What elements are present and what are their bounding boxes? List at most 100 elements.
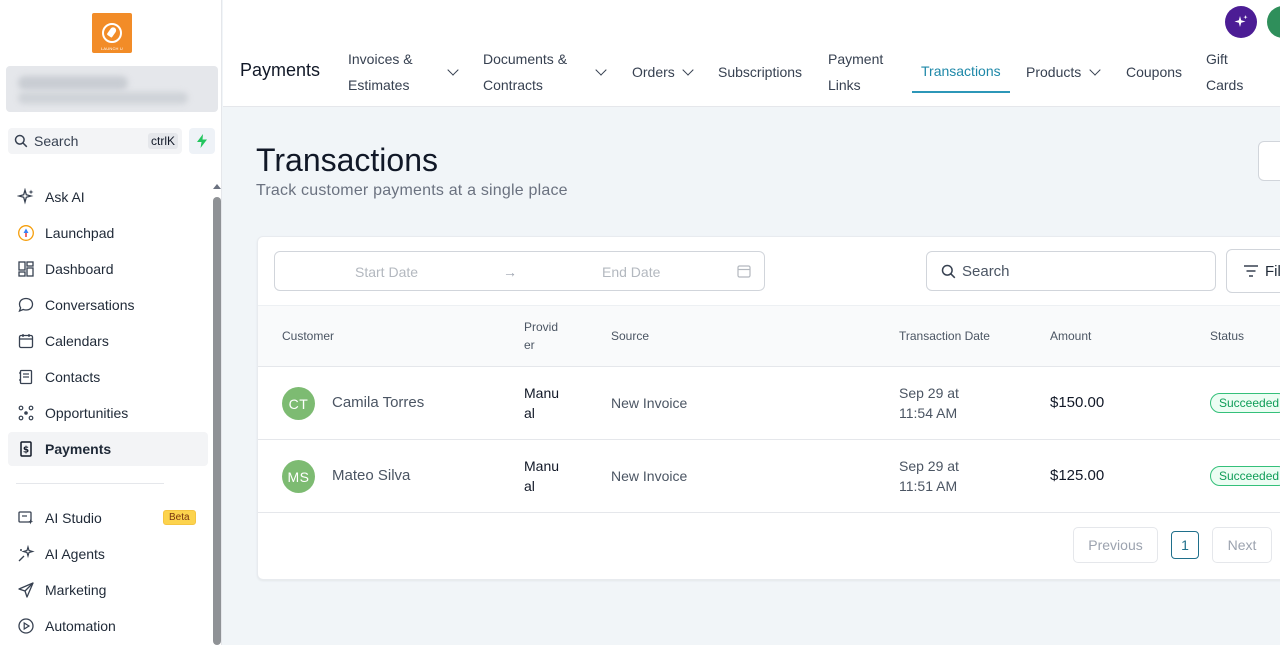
sidebar-scrollbar-thumb[interactable] (213, 197, 221, 645)
transaction-date-line2: 11:54 AM (899, 405, 958, 421)
amount: $125.00 (1050, 467, 1105, 484)
sidebar-item-payments[interactable]: $ Payments (8, 432, 208, 466)
page-title: Transactions (256, 142, 438, 178)
column-header-provider-line1: Provid (524, 320, 559, 334)
sidebar-item-label: Contacts (45, 369, 101, 385)
refresh-button[interactable] (1258, 141, 1280, 181)
ai-agents-icon (17, 545, 35, 563)
sparkle-icon (17, 188, 35, 206)
sidebar-item-opportunities[interactable]: Opportunities (8, 396, 208, 430)
end-date-input[interactable]: End Date (602, 264, 660, 280)
tab-subscriptions[interactable]: Subscriptions (718, 59, 802, 85)
company-logo[interactable]: LAUNCH U (92, 13, 132, 53)
search-shortcut: ctrlK (148, 133, 178, 149)
account-switcher[interactable] (6, 66, 218, 112)
customer-name[interactable]: Mateo Silva (332, 466, 410, 486)
transaction-date-line2: 11:51 AM (899, 478, 958, 494)
transaction-date: Sep 29 at 11:51 AM (899, 456, 959, 496)
start-date-input[interactable]: Start Date (355, 264, 418, 280)
status-badge: Succeeded (1210, 466, 1280, 486)
column-header-provider-line2: er (524, 338, 535, 352)
source: New Invoice (611, 395, 688, 411)
calendar-icon[interactable] (737, 264, 751, 283)
tab-label-line1: Gift (1206, 51, 1228, 67)
tab-label-line1: Transactions (921, 63, 1001, 79)
sidebar-item-label: Marketing (45, 582, 107, 598)
column-header-amount[interactable]: Amount (1050, 327, 1091, 345)
sidebar-item-label: Payments (45, 441, 112, 457)
calendar-icon (17, 332, 35, 350)
quick-actions-button[interactable] (189, 128, 215, 154)
avatar: CT (282, 387, 315, 420)
dashboard-icon (17, 260, 35, 278)
sidebar-item-conversations[interactable]: Conversations (8, 288, 208, 322)
tab-label-line1: Payment (828, 51, 884, 67)
status-badge: Succeeded (1210, 393, 1280, 413)
transactions-search-input[interactable]: Search (926, 251, 1216, 291)
sidebar-item-dashboard[interactable]: Dashboard (8, 252, 208, 286)
scroll-up-arrow[interactable] (213, 184, 221, 189)
search-placeholder: Search (962, 262, 1010, 280)
sidebar: LAUNCH U Search ctrlK Ask AI Launchpad D… (0, 0, 222, 645)
chevron-down-icon[interactable] (682, 64, 694, 76)
tab-coupons[interactable]: Coupons (1126, 59, 1182, 85)
sidebar-item-label: AI Studio (45, 510, 102, 526)
page-number-button[interactable]: 1 (1171, 531, 1199, 559)
sidebar-search[interactable]: Search ctrlK (8, 128, 182, 154)
payments-icon: $ (17, 440, 35, 458)
tab-documents-contracts[interactable]: Documents & Contracts (483, 46, 567, 98)
sidebar-item-automation[interactable]: Automation (8, 609, 208, 643)
previous-page-button[interactable]: Previous (1073, 527, 1158, 563)
date-range-picker[interactable]: Start Date → End Date (274, 251, 765, 291)
chevron-down-icon[interactable] (1089, 64, 1101, 76)
ai-assistant-button[interactable] (1225, 6, 1257, 38)
tab-payment-links[interactable]: Payment Links (828, 46, 883, 98)
tab-label-line2: Cards (1206, 77, 1244, 93)
table-row[interactable]: CT Camila Torres Manu al New Invoice Sep… (258, 367, 1280, 440)
section-title: Payments (240, 60, 321, 80)
column-header-transaction-date[interactable]: Transaction Date (899, 327, 990, 345)
tab-label-line2: Contracts (483, 77, 543, 93)
filters-button[interactable]: Fil (1226, 249, 1280, 293)
sidebar-item-launchpad[interactable]: Launchpad (8, 216, 208, 250)
table-row[interactable]: MS Mateo Silva Manu al New Invoice Sep 2… (258, 440, 1280, 513)
sidebar-item-label: Calendars (45, 333, 109, 349)
column-header-customer[interactable]: Customer (282, 327, 334, 345)
tab-products[interactable]: Products (1026, 59, 1081, 85)
tab-label-line1: Subscriptions (718, 64, 803, 80)
provider: Manu al (524, 383, 559, 423)
arrow-right-icon: → (503, 264, 517, 280)
tab-orders[interactable]: Orders (632, 59, 675, 85)
column-header-source[interactable]: Source (611, 327, 649, 345)
customer-name[interactable]: Camila Torres (332, 393, 424, 413)
tab-invoices-estimates[interactable]: Invoices & Estimates (348, 46, 413, 98)
tab-label-line1: Coupons (1126, 64, 1183, 80)
sidebar-item-marketing[interactable]: Marketing (8, 573, 208, 607)
sidebar-item-ask-ai[interactable]: Ask AI (8, 180, 208, 214)
tab-label-line2: Estimates (348, 77, 410, 93)
column-header-provider[interactable]: Provid er (524, 318, 558, 354)
automation-icon (17, 617, 35, 635)
tab-gift-cards[interactable]: Gift Cards (1206, 46, 1243, 98)
transaction-date-line1: Sep 29 at (899, 385, 959, 401)
column-header-status[interactable]: Status (1210, 327, 1244, 345)
filters-label: Fil (1265, 262, 1280, 280)
page-subtitle: Track customer payments at a single plac… (256, 182, 568, 199)
user-avatar[interactable] (1267, 6, 1280, 38)
sidebar-item-label: Launchpad (45, 225, 115, 241)
chevron-down-icon[interactable] (447, 64, 459, 76)
opportunities-icon (17, 404, 35, 422)
sidebar-item-ai-agents[interactable]: AI Agents (8, 537, 208, 571)
logo-text: LAUNCH U (100, 46, 124, 51)
tab-transactions[interactable]: Transactions (921, 58, 1001, 84)
provider-line1: Manu (524, 385, 560, 401)
sidebar-item-contacts[interactable]: Contacts (8, 360, 208, 394)
sidebar-item-calendars[interactable]: Calendars (8, 324, 208, 358)
chevron-down-icon[interactable] (595, 64, 607, 76)
table-header: Customer Provid er Source Transaction Da… (258, 305, 1280, 367)
avatar: MS (282, 460, 315, 493)
sidebar-divider (16, 483, 164, 484)
source: New Invoice (611, 468, 688, 484)
next-page-button[interactable]: Next (1212, 527, 1272, 563)
rocket-icon (102, 23, 122, 43)
